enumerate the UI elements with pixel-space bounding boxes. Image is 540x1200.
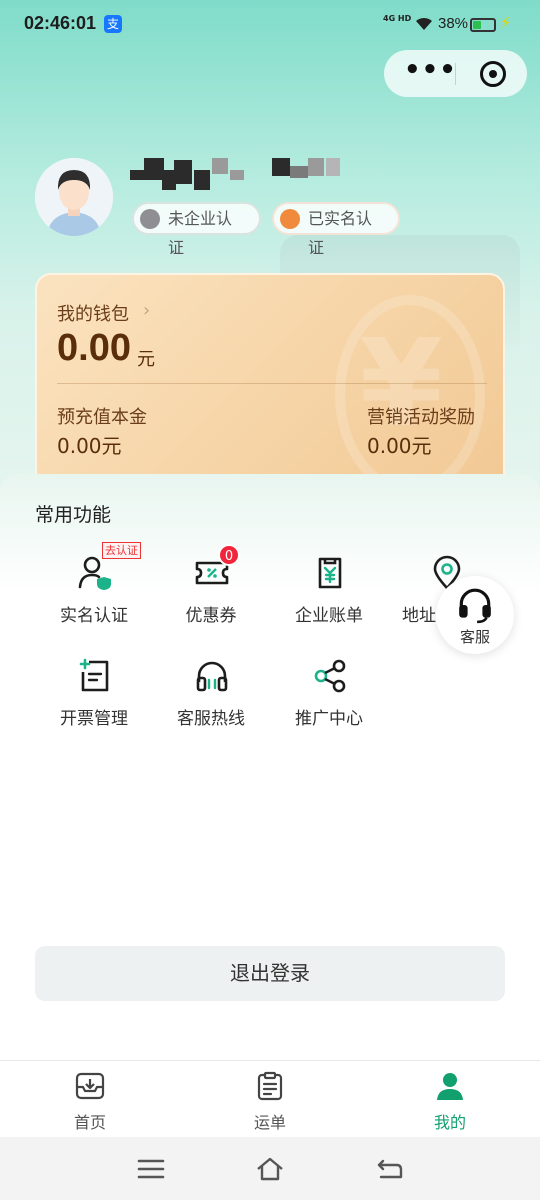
function-hotline[interactable]: 客服热线 xyxy=(152,658,270,748)
miniprogram-capsule: ••• xyxy=(384,50,527,97)
crown-icon xyxy=(140,209,160,229)
battery-level xyxy=(473,21,481,29)
tab-waybill[interactable]: 运单 xyxy=(210,1061,330,1138)
function-label: 企业账单 xyxy=(295,606,363,626)
chevron-right-icon: › xyxy=(143,300,151,321)
network-indicator: 4G HD xyxy=(383,14,412,23)
logout-button[interactable]: 退出登录 xyxy=(35,946,505,1001)
capsule-divider xyxy=(455,63,456,85)
home-inbox-icon xyxy=(75,1072,105,1100)
coupon-count-badge: 0 xyxy=(218,544,240,566)
function-label: 开票管理 xyxy=(60,709,128,729)
username-redacted xyxy=(130,156,350,192)
wallet-title: 我的钱包 xyxy=(57,304,129,325)
status-bar: 02:46:01 支 4G HD 38% ⚡ xyxy=(0,0,540,50)
customer-service-float-button[interactable]: 客服 xyxy=(436,576,514,654)
bottom-tab-bar: 首页 运单 我的 xyxy=(0,1060,540,1137)
system-navigation-bar xyxy=(0,1137,540,1200)
avatar[interactable] xyxy=(35,158,113,236)
home-icon[interactable] xyxy=(255,1155,285,1183)
function-label: 客服热线 xyxy=(177,709,245,729)
share-nodes-icon xyxy=(314,659,346,693)
charging-icon: ⚡ xyxy=(500,13,512,32)
alipay-icon: 支 xyxy=(104,15,122,33)
prepaid-value: 0.00元 xyxy=(57,434,122,458)
reward-label: 营销活动奖励 xyxy=(367,407,475,428)
menu-icon[interactable] xyxy=(136,1155,166,1183)
function-invoice[interactable]: 开票管理 xyxy=(35,658,153,748)
wallet-divider xyxy=(57,383,487,384)
function-coupon[interactable]: 优惠券 xyxy=(152,555,270,645)
headset-icon xyxy=(459,588,491,624)
close-miniprogram-icon[interactable] xyxy=(480,61,506,87)
realname-verification-badge[interactable]: 已实名认证 xyxy=(272,202,400,257)
enterprise-verification-badge[interactable]: 未企业认证 xyxy=(132,202,261,257)
more-menu-icon[interactable]: ••• xyxy=(404,57,456,85)
function-promotion[interactable]: 推广中心 xyxy=(270,658,388,748)
tab-mine[interactable]: 我的 xyxy=(390,1061,510,1138)
wallet-currency-unit: 元 xyxy=(137,349,155,370)
invoice-icon xyxy=(79,658,109,692)
function-label: 推广中心 xyxy=(295,709,363,729)
function-label: 实名认证 xyxy=(60,606,128,626)
wallet-balance: 0.00 xyxy=(57,327,131,369)
wallet-card[interactable]: ¥ 我的钱包 › 0.00 元 预充值本金 0.00元 营销活动奖励 0.00元 xyxy=(35,273,505,503)
customer-service-label: 客服 xyxy=(459,628,490,646)
function-realname[interactable]: 实名认证 xyxy=(35,555,153,645)
battery-percent: 38% xyxy=(438,15,469,32)
battery-icon xyxy=(470,18,496,32)
person-icon xyxy=(437,1073,463,1100)
avatar-person-icon xyxy=(35,158,113,236)
clipboard-icon xyxy=(257,1071,283,1101)
wifi-icon xyxy=(416,17,432,30)
status-time: 02:46:01 xyxy=(24,13,97,33)
prepaid-label: 预充值本金 xyxy=(57,407,147,428)
tab-label: 首页 xyxy=(73,1113,106,1132)
person-icon xyxy=(280,209,300,229)
function-enterprise-bill[interactable]: 企业账单 xyxy=(270,555,388,645)
headset-icon xyxy=(196,661,228,692)
reward-value: 0.00元 xyxy=(367,434,432,458)
section-title: 常用功能 xyxy=(35,504,112,526)
back-icon[interactable] xyxy=(375,1155,405,1183)
tab-home[interactable]: 首页 xyxy=(30,1061,150,1138)
tab-label: 运单 xyxy=(253,1113,286,1132)
realname-verify-icon xyxy=(78,556,111,590)
tab-label: 我的 xyxy=(433,1113,466,1132)
function-label: 优惠券 xyxy=(185,606,237,626)
verify-tag: 去认证 xyxy=(102,542,141,559)
enterprise-bill-icon xyxy=(318,557,342,589)
